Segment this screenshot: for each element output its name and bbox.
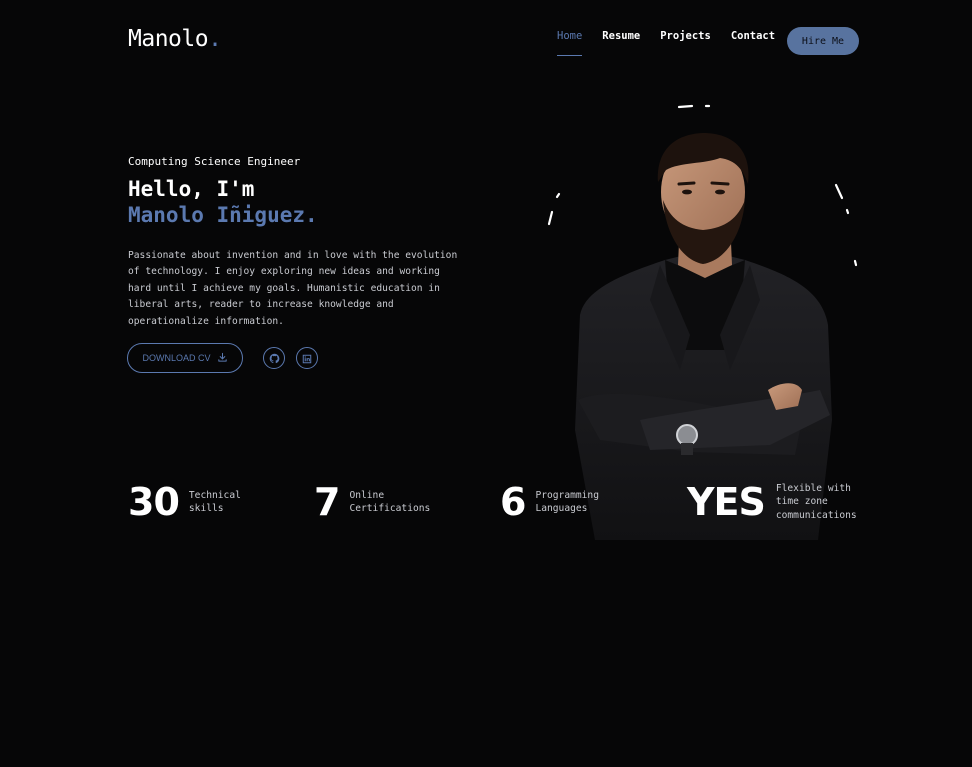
bio-line: hard until I achieve my goals. Humanisti…	[128, 282, 440, 294]
bio-line: of technology. I enjoy exploring new ide…	[128, 266, 440, 278]
linkedin-link[interactable]	[296, 347, 318, 369]
hero-bio: Passionate about invention and in love w…	[128, 248, 478, 330]
stat-label: Programming Languages	[535, 490, 599, 514]
nav-home[interactable]: Home	[557, 30, 583, 56]
github-link[interactable]	[263, 347, 285, 369]
stat-technical-skills: 30 Technical skills	[128, 480, 241, 524]
stat-value: 7	[314, 480, 340, 524]
bio-line: liberal arts, reader to increase knowled…	[128, 299, 394, 311]
stat-label: Technical skills	[188, 490, 241, 514]
github-icon	[269, 349, 280, 368]
stat-label: Online Certifications	[349, 490, 431, 514]
stat-value: YES	[687, 480, 766, 524]
hero-name: Manolo Iñiguez.	[128, 203, 318, 227]
stat-value: 6	[500, 480, 526, 524]
main-nav: Home Resume Projects Contact	[557, 30, 775, 56]
bio-line: operationalize information.	[128, 315, 284, 327]
linkedin-icon	[302, 349, 312, 368]
nav-contact[interactable]: Contact	[731, 30, 775, 50]
stat-label: Flexible with time zone communications	[775, 482, 857, 521]
stat-flexible-timezone: YES Flexible with time zone communicatio…	[687, 480, 857, 524]
download-cv-button[interactable]: DOWNLOAD CV	[127, 343, 243, 373]
hero-subtitle: Computing Science Engineer	[128, 155, 301, 168]
bio-line: Passionate about invention and in love w…	[128, 250, 458, 261]
hire-me-button[interactable]: Hire Me	[787, 27, 859, 55]
stat-value: 30	[128, 480, 180, 524]
download-icon	[217, 352, 228, 365]
nav-resume[interactable]: Resume	[602, 30, 640, 50]
logo[interactable]: Manolo.	[128, 26, 222, 52]
nav-projects[interactable]: Projects	[660, 30, 711, 50]
stat-programming-languages: 6 Programming Languages	[500, 480, 599, 524]
download-cv-label: DOWNLOAD CV	[142, 353, 211, 363]
stat-online-certifications: 7 Online Certifications	[314, 480, 430, 524]
page: Manolo. Home Resume Projects Contact Hir…	[0, 0, 972, 767]
profile-portrait	[540, 100, 870, 540]
hero-greeting: Hello, I'm	[128, 177, 255, 201]
